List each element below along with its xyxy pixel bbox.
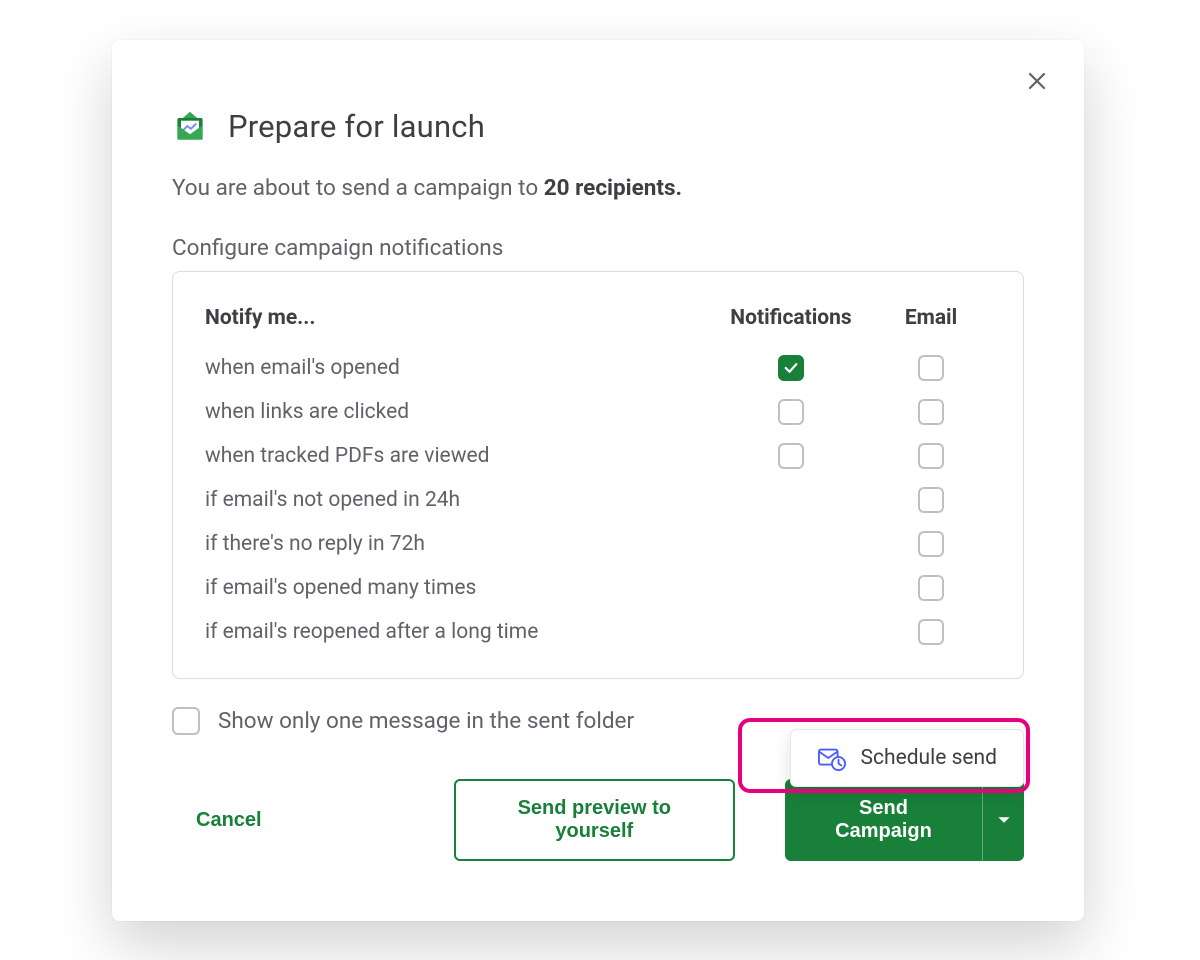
configure-label: Configure campaign notifications [172, 235, 1024, 261]
send-campaign-split-button: Send Campaign [785, 779, 1024, 861]
table-row: when links are clicked [205, 390, 991, 434]
email-checkbox[interactable] [918, 531, 944, 557]
email-checkbox[interactable] [918, 399, 944, 425]
notifications-checkbox[interactable] [778, 399, 804, 425]
table-row: if email's opened many times [205, 566, 991, 610]
col-notifications: Notifications [711, 306, 871, 330]
table-header-row: Notify me... Notifications Email [205, 296, 991, 340]
table-row: if email's reopened after a long time [205, 610, 991, 654]
dialog-footer: Cancel Send preview to yourself Send Cam… [172, 779, 1024, 861]
table-row: when tracked PDFs are viewed [205, 434, 991, 478]
send-preview-button[interactable]: Send preview to yourself [454, 779, 735, 861]
notify-rule-label: when links are clicked [205, 400, 711, 424]
send-campaign-dropdown[interactable] [982, 779, 1024, 861]
table-row: when email's opened [205, 346, 991, 390]
col-notify-me: Notify me... [205, 306, 711, 330]
col-email: Email [871, 306, 991, 330]
email-checkbox[interactable] [918, 575, 944, 601]
sent-folder-label: Show only one message in the sent folder [218, 708, 634, 734]
notify-rule-label: if email's opened many times [205, 576, 711, 600]
envelope-chart-icon [172, 109, 208, 145]
notify-rule-label: when email's opened [205, 356, 711, 380]
email-checkbox[interactable] [918, 355, 944, 381]
dialog-title: Prepare for launch [228, 108, 485, 145]
subtitle-prefix: You are about to send a campaign to [172, 175, 544, 201]
notify-rule-label: when tracked PDFs are viewed [205, 444, 711, 468]
prepare-launch-dialog: Prepare for launch You are about to send… [112, 40, 1084, 921]
schedule-send-label: Schedule send [861, 746, 997, 770]
notifications-checkbox[interactable] [778, 355, 804, 381]
schedule-send-icon [817, 744, 847, 772]
cancel-button[interactable]: Cancel [172, 793, 286, 848]
notifications-checkbox[interactable] [778, 443, 804, 469]
send-campaign-button[interactable]: Send Campaign [785, 779, 982, 861]
email-checkbox[interactable] [918, 487, 944, 513]
check-icon [782, 359, 800, 377]
email-checkbox[interactable] [918, 619, 944, 645]
sent-folder-checkbox[interactable] [172, 707, 200, 735]
dialog-subtitle: You are about to send a campaign to 20 r… [172, 175, 1024, 201]
notify-rule-label: if there's no reply in 72h [205, 532, 711, 556]
close-button[interactable] [1020, 64, 1054, 98]
table-row: if email's not opened in 24h [205, 478, 991, 522]
subtitle-recipients: 20 recipients. [544, 175, 682, 201]
close-icon [1025, 69, 1049, 93]
notify-rule-label: if email's reopened after a long time [205, 620, 711, 644]
email-checkbox[interactable] [918, 443, 944, 469]
schedule-send-menu-item[interactable]: Schedule send [790, 729, 1024, 787]
table-row: if there's no reply in 72h [205, 522, 991, 566]
notify-rule-label: if email's not opened in 24h [205, 488, 711, 512]
caret-down-icon [997, 813, 1011, 827]
dialog-header: Prepare for launch [172, 108, 1024, 145]
notifications-table: Notify me... Notifications Email when em… [172, 271, 1024, 679]
